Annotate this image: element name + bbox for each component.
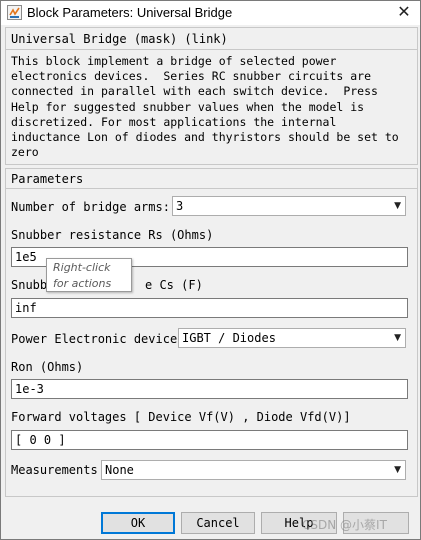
parameters-group: Parameters Number of bridge arms: 3 ▼ Sn… (5, 168, 418, 497)
device-value: IGBT / Diodes (182, 331, 276, 345)
bridge-arms-select[interactable]: 3 ▼ (172, 196, 406, 216)
divider (6, 49, 417, 50)
dialog-window: Block Parameters: Universal Bridge ✕ Uni… (0, 0, 421, 540)
forward-voltages-label: Forward voltages [ Device Vf(V) , Diode … (11, 410, 351, 424)
cs-label-right: e Cs (F) (145, 278, 203, 292)
bridge-arms-label: Number of bridge arms: (11, 200, 170, 214)
cs-input[interactable]: inf (11, 298, 408, 318)
ok-button[interactable]: OK (101, 512, 175, 534)
right-click-tooltip: Right-click for actions (46, 258, 132, 292)
close-icon[interactable]: ✕ (396, 4, 412, 20)
cs-label-left: Snubb (11, 278, 48, 292)
rs-label: Snubber resistance Rs (Ohms) (11, 228, 214, 242)
tooltip-line-2: for actions (53, 277, 112, 290)
simulink-block-icon (7, 5, 22, 20)
ron-label: Ron (Ohms) (11, 360, 84, 374)
measurements-select[interactable]: None ▼ (101, 460, 406, 480)
chevron-down-icon: ▼ (394, 333, 401, 343)
measurements-value: None (105, 463, 134, 477)
mask-description: This block implement a bridge of selecte… (11, 54, 399, 160)
title-bar[interactable]: Block Parameters: Universal Bridge ✕ (1, 1, 420, 25)
divider (6, 188, 417, 189)
chevron-down-icon: ▼ (394, 201, 401, 211)
tooltip-line-1: Right-click (53, 261, 111, 274)
parameters-heading: Parameters (11, 172, 84, 186)
bridge-arms-value: 3 (176, 199, 184, 213)
ron-input[interactable]: 1e-3 (11, 379, 408, 399)
chevron-down-icon: ▼ (394, 465, 401, 475)
window-title: Block Parameters: Universal Bridge (27, 5, 233, 20)
forward-voltages-input[interactable]: [ 0 0 ] (11, 430, 408, 450)
mask-description-group: Universal Bridge (mask) (link) This bloc… (5, 27, 418, 165)
device-select[interactable]: IGBT / Diodes ▼ (178, 328, 406, 348)
watermark: CSDN @小蔡IT (302, 518, 387, 532)
measurements-label: Measurements (11, 463, 98, 477)
cancel-button[interactable]: Cancel (181, 512, 255, 534)
mask-heading: Universal Bridge (mask) (link) (11, 32, 228, 46)
device-label: Power Electronic device (11, 332, 178, 346)
